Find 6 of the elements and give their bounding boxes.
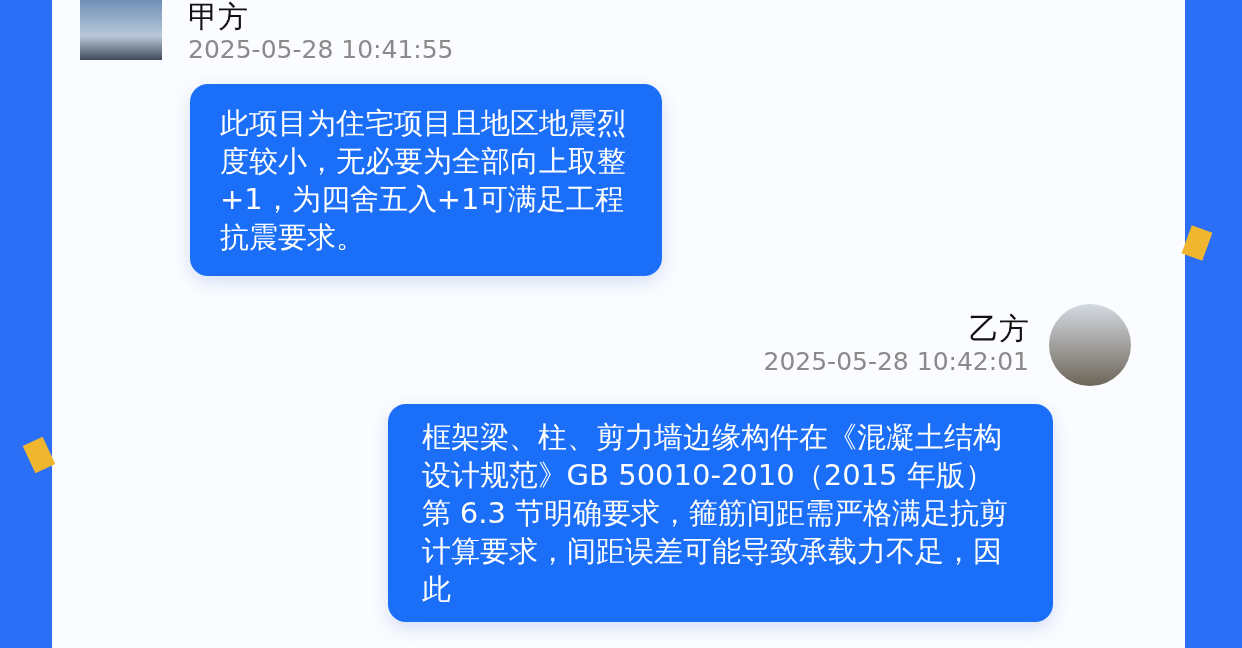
message-time: 2025-05-28 10:41:55 (188, 34, 454, 66)
message-bubble: 此项目为住宅项目且地区地震烈度较小，无必要为全部向上取整+1，为四舍五入+1可满足工程抗震要求。 (190, 84, 662, 276)
sender-name: 乙方 (969, 312, 1029, 346)
sender-name: 甲方 (188, 0, 249, 34)
message-time: 2025-05-28 10:42:01 (763, 346, 1029, 378)
message-bubble: 框架梁、柱、剪力墙边缘构件在《混凝土结构设计规范》GB 50010-2010（2015 年版）第 6.3 节明确要求，箍筋间距需严格满足抗剪计算要求，间距误差可能导致承载力不足，因此 (387, 404, 1053, 622)
